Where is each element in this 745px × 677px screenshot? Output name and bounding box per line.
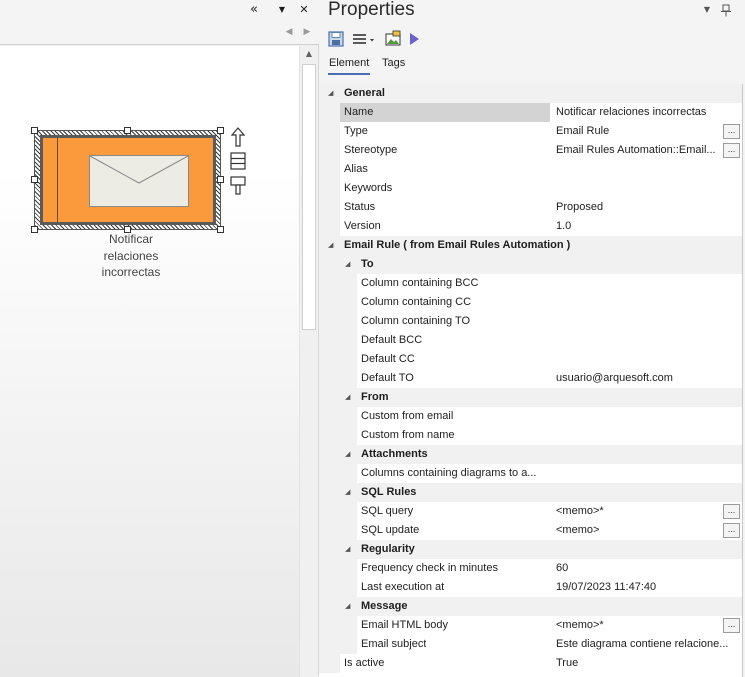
prop-row-last-execution[interactable]: Last execution at 19/07/2023 11:47:40 xyxy=(319,578,745,597)
category-sql-rules[interactable]: ◢ SQL Rules xyxy=(319,483,745,502)
prop-row-default-to[interactable]: Default TO usuario@arquesoft.com xyxy=(319,369,745,388)
prop-row-custom-from-email[interactable]: Custom from email xyxy=(319,407,745,426)
prop-row-email-html-body[interactable]: Email HTML body <memo>* ... xyxy=(319,616,745,635)
prop-row-sql-query[interactable]: SQL query <memo>* ... xyxy=(319,502,745,521)
envelope-icon xyxy=(89,155,189,207)
diagram-titlebar: « ▼ ✕ xyxy=(0,0,319,20)
collapse-arrow-icon[interactable]: ◢ xyxy=(345,597,350,616)
resize-handle-br[interactable] xyxy=(217,226,224,233)
prop-row-is-active[interactable]: Is active True xyxy=(319,654,745,673)
prop-row-name[interactable]: Name Notificar relaciones incorrectas xyxy=(319,103,745,122)
quicklinker-arrow-icon[interactable] xyxy=(229,127,247,147)
prop-row-custom-from-name[interactable]: Custom from name xyxy=(319,426,745,445)
properties-title: Properties xyxy=(328,0,415,20)
category-to[interactable]: ◢ To xyxy=(319,255,745,274)
resize-handle-tl[interactable] xyxy=(31,127,38,134)
properties-toolbar xyxy=(327,29,527,49)
diagram-vertical-scrollbar[interactable]: ▲ xyxy=(299,46,318,677)
format-painter-icon[interactable] xyxy=(229,175,247,195)
resize-handle-mr[interactable] xyxy=(217,176,224,183)
resize-handle-tr[interactable] xyxy=(217,127,224,134)
email-rule-element[interactable] xyxy=(40,135,216,225)
element-label: Notificar relaciones incorrectas xyxy=(101,232,161,279)
features-list-icon[interactable] xyxy=(229,151,247,171)
category-regularity[interactable]: ◢ Regularity xyxy=(319,540,745,559)
scroll-thumb[interactable] xyxy=(302,64,316,330)
prop-row-columns-diagrams[interactable]: Columns containing diagrams to a... xyxy=(319,464,745,483)
save-icon[interactable] xyxy=(327,30,345,48)
pin-icon[interactable] xyxy=(720,4,732,17)
prop-row-status[interactable]: Status Proposed xyxy=(319,198,745,217)
collapse-arrow-icon[interactable]: ◢ xyxy=(345,445,350,464)
email-body-ellipsis-button[interactable]: ... xyxy=(723,618,740,633)
prop-row-alias[interactable]: Alias xyxy=(319,160,745,179)
run-icon[interactable] xyxy=(407,30,421,48)
collapse-arrow-icon[interactable]: ◢ xyxy=(345,540,350,559)
properties-panel: Properties ▼ Element Tags ◢ General Name… xyxy=(319,0,745,677)
prop-row-default-cc[interactable]: Default CC xyxy=(319,350,745,369)
diagram-navbar: ◀ ▶ xyxy=(0,20,319,45)
properties-tabs: Element Tags xyxy=(319,52,745,75)
collapse-arrow-icon[interactable]: ◢ xyxy=(345,255,350,274)
prop-row-type[interactable]: Type Email Rule ... xyxy=(319,122,745,141)
tab-element[interactable]: Element xyxy=(327,54,371,75)
element-inner-line xyxy=(57,138,58,222)
prop-row-stereotype[interactable]: Stereotype Email Rules Automation::Email… xyxy=(319,141,745,160)
prop-row-sql-update[interactable]: SQL update <memo> ... xyxy=(319,521,745,540)
dropdown-icon[interactable]: ▼ xyxy=(273,0,291,20)
resize-handle-ml[interactable] xyxy=(31,176,38,183)
sql-update-ellipsis-button[interactable]: ... xyxy=(723,523,740,538)
prop-row-version[interactable]: Version 1.0 xyxy=(319,217,745,236)
property-grid: ◢ General Name Notificar relaciones inco… xyxy=(319,84,745,677)
collapse-arrow-icon[interactable]: ◢ xyxy=(345,388,350,407)
prop-row-column-to[interactable]: Column containing TO xyxy=(319,312,745,331)
menu-icon[interactable] xyxy=(351,30,377,48)
type-ellipsis-button[interactable]: ... xyxy=(723,124,740,139)
category-attachments[interactable]: ◢ Attachments xyxy=(319,445,745,464)
close-icon[interactable]: ✕ xyxy=(295,0,313,20)
prop-row-column-bcc[interactable]: Column containing BCC xyxy=(319,274,745,293)
stereotype-ellipsis-button[interactable]: ... xyxy=(723,143,740,158)
scroll-up-icon[interactable]: ▲ xyxy=(300,46,318,64)
prop-row-email-subject[interactable]: Email subject Este diagrama contiene rel… xyxy=(319,635,745,654)
nav-prev-icon[interactable]: ◀ xyxy=(282,24,296,40)
category-general[interactable]: ◢ General xyxy=(319,84,745,103)
category-message[interactable]: ◢ Message xyxy=(319,597,745,616)
collapse-arrow-icon[interactable]: ◢ xyxy=(328,236,333,255)
prop-row-default-bcc[interactable]: Default BCC xyxy=(319,331,745,350)
category-email-rule[interactable]: ◢ Email Rule ( from Email Rules Automati… xyxy=(319,236,745,255)
tab-tags[interactable]: Tags xyxy=(382,54,405,72)
collapse-arrow-icon[interactable]: ◢ xyxy=(328,84,333,103)
resize-handle-tc[interactable] xyxy=(124,127,131,134)
diagram-panel: « ▼ ✕ ◀ ▶ ▲ Notificar relaciones incorre… xyxy=(0,0,319,677)
image-edit-icon[interactable] xyxy=(384,30,402,48)
prop-row-column-cc[interactable]: Column containing CC xyxy=(319,293,745,312)
prop-row-keywords[interactable]: Keywords xyxy=(319,179,745,198)
resize-handle-bl[interactable] xyxy=(31,226,38,233)
category-from[interactable]: ◢ From xyxy=(319,388,745,407)
collapse-icon[interactable]: « xyxy=(245,0,263,20)
nav-next-icon[interactable]: ▶ xyxy=(300,24,314,40)
sql-query-ellipsis-button[interactable]: ... xyxy=(723,504,740,519)
properties-dropdown-icon[interactable]: ▼ xyxy=(700,2,714,18)
collapse-arrow-icon[interactable]: ◢ xyxy=(345,483,350,502)
prop-row-frequency[interactable]: Frequency check in minutes 60 xyxy=(319,559,745,578)
